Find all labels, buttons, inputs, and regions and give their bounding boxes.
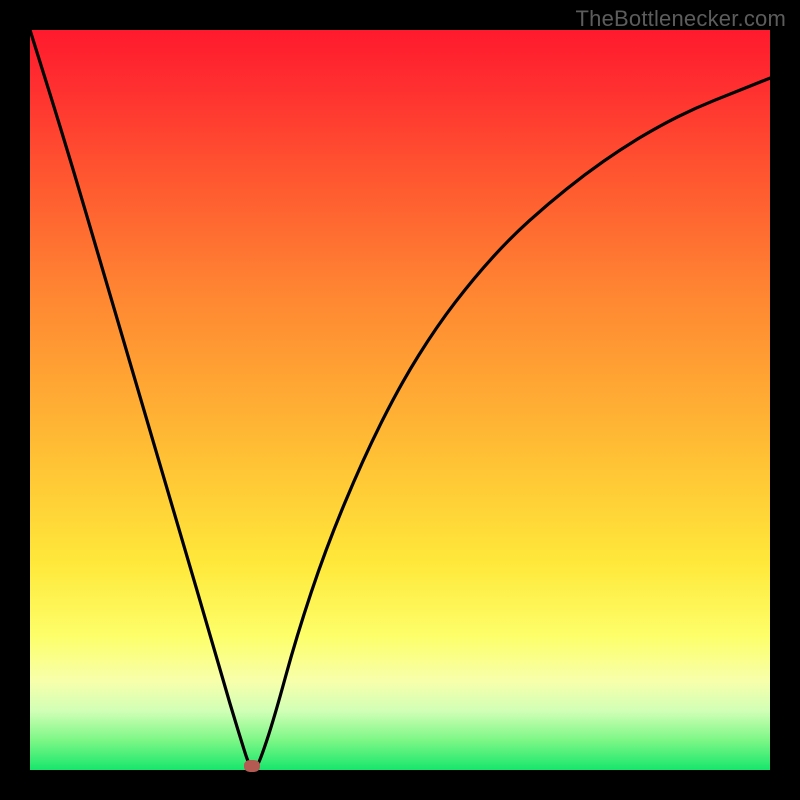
bottleneck-curve [30,30,770,766]
chart-frame: TheBottlenecker.com [0,0,800,800]
curve-svg [30,30,770,770]
watermark-text: TheBottlenecker.com [576,6,786,32]
optimum-marker [244,760,260,772]
plot-area [30,30,770,770]
